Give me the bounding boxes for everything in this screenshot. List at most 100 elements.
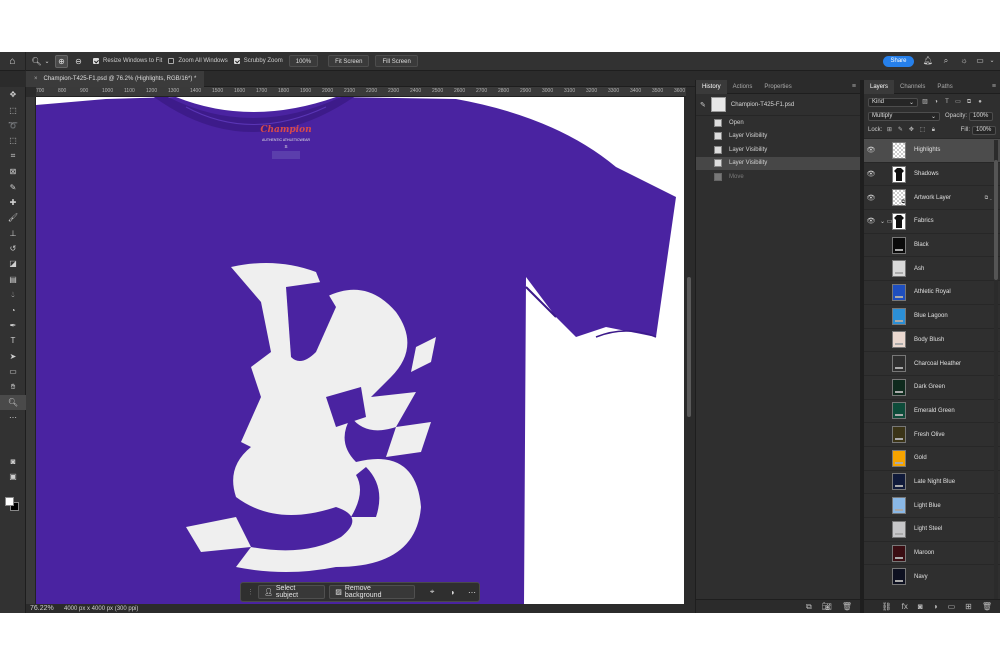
filter-type-icon[interactable]: T (943, 98, 951, 106)
zoom-value-field[interactable]: 100% (288, 55, 319, 67)
visibility-eye-icon[interactable]: 👁︎ (864, 573, 878, 581)
layer-row[interactable]: 👁︎ Gold (864, 445, 1000, 470)
transform-icon[interactable]: ⌖ (425, 585, 439, 599)
layer-effects-icon[interactable]: ⧉ ⌄ (985, 195, 992, 201)
layers-scrollbar[interactable] (994, 140, 998, 610)
history-snapshot[interactable]: ✎ Champion-T425-F1.psd (696, 94, 860, 116)
layer-row[interactable]: 👁︎ ⌄ ▭ Fabrics (864, 209, 1000, 233)
screen-mode-icon[interactable]: ▣ (0, 469, 26, 484)
zoom-all-checkbox[interactable]: Zoom All Windows (168, 58, 228, 64)
history-brush-icon[interactable]: ↺ (0, 241, 26, 256)
clone-stamp-icon[interactable]: ⊥ (0, 226, 26, 241)
workspace-icon[interactable]: ▭ (974, 55, 986, 67)
hand-tool-icon[interactable]: ✋︎ (0, 379, 26, 394)
filter-toggle-icon[interactable]: ● (976, 98, 984, 106)
scrubby-zoom-checkbox[interactable]: Scrubby Zoom (233, 58, 283, 64)
fx-icon[interactable]: fx (902, 602, 908, 611)
foreground-color-swatch[interactable] (5, 497, 14, 506)
visibility-eye-icon[interactable]: 👁︎ (864, 170, 878, 178)
layer-row[interactable]: 👁︎ Black (864, 232, 1000, 257)
history-item[interactable]: Layer Visibility (696, 143, 860, 157)
lock-position-icon[interactable]: ✥ (907, 126, 915, 134)
vertical-scrollbar[interactable] (684, 97, 694, 605)
panel-menu-icon[interactable]: ≡ (852, 83, 856, 90)
more-tools-icon[interactable]: ⋯ (0, 410, 26, 425)
visibility-eye-icon[interactable]: 👁︎ (864, 502, 878, 510)
home-icon[interactable]: ⌂ (0, 51, 26, 71)
history-item[interactable]: Layer Visibility (696, 130, 860, 144)
history-brush-source-icon[interactable]: ✎ (700, 101, 706, 109)
visibility-eye-icon[interactable]: 👁︎ (864, 288, 878, 296)
visibility-eye-icon[interactable]: 👁︎ (864, 194, 878, 202)
select-subject-button[interactable]: 👤︎ Select subject (258, 585, 326, 599)
new-layer-icon[interactable]: ⊞ (965, 602, 972, 611)
opacity-field[interactable]: 100% (969, 111, 994, 121)
document-info[interactable]: 4000 px x 4000 px (300 ppi) (64, 606, 138, 612)
zoom-in-icon[interactable]: ⊕ (55, 54, 68, 68)
new-group-icon[interactable]: ▭ (948, 602, 956, 611)
lasso-tool-icon[interactable]: ➰ (0, 118, 26, 133)
trash-icon[interactable]: 🗑︎ (982, 602, 992, 611)
layer-row[interactable]: 👁︎ Athletic Royal (864, 280, 1000, 304)
filter-shape-icon[interactable]: ▭ (954, 98, 962, 106)
trash-icon[interactable]: 🗑︎ (842, 602, 852, 611)
layer-row[interactable]: 👁︎ Maroon (864, 540, 1000, 565)
healing-brush-icon[interactable]: ✚ (0, 195, 26, 210)
visibility-eye-icon[interactable]: 👁︎ (864, 265, 878, 273)
crop-tool-icon[interactable]: ⌗ (0, 149, 26, 164)
layer-row[interactable]: 👁︎ Ash (864, 256, 1000, 280)
layer-row[interactable]: 👁︎ Highlights (864, 138, 1000, 162)
visibility-eye-icon[interactable]: 👁︎ (864, 431, 878, 439)
share-button[interactable]: Share (883, 56, 914, 67)
chevron-down-icon[interactable]: ⌄ (43, 55, 51, 68)
marquee-tool-icon[interactable]: ⬚ (0, 102, 26, 117)
folder-icon[interactable]: ⌄ ▭ (880, 218, 892, 225)
lock-transparent-icon[interactable]: ⊞ (885, 126, 893, 134)
filter-adjustment-icon[interactable]: ◑ (932, 98, 940, 106)
document-tab[interactable]: × Champion-T425-F1.psd @ 76.2% (Highligh… (26, 71, 205, 87)
panel-menu-icon[interactable]: ≡ (992, 83, 996, 90)
tab-properties[interactable]: Properties (758, 80, 797, 94)
visibility-eye-icon[interactable]: 👁︎ (864, 336, 878, 344)
blur-tool-icon[interactable]: 💧︎ (0, 287, 26, 302)
more-icon[interactable]: ⋯ (465, 585, 479, 599)
layer-row[interactable]: 👁︎ Blue Lagoon (864, 303, 1000, 328)
layer-row[interactable]: 👁︎ ⧉ Artwork Layer ⧉ ⌄ (864, 185, 1000, 209)
visibility-eye-icon[interactable]: 👁︎ (864, 217, 878, 225)
visibility-eye-icon[interactable]: 👁︎ (864, 312, 878, 320)
tab-history[interactable]: History (696, 79, 727, 94)
visibility-eye-icon[interactable]: 👁︎ (864, 360, 878, 368)
zoom-out-icon[interactable]: ⊖ (72, 55, 85, 68)
light-icon[interactable]: ☼ (958, 55, 970, 67)
quick-mask-icon[interactable]: ◙ (0, 454, 26, 469)
remove-background-button[interactable]: ▨ Remove background (329, 585, 416, 599)
visibility-eye-icon[interactable]: 👁︎ (864, 478, 878, 486)
frame-tool-icon[interactable]: ⊠ (0, 164, 26, 179)
history-item[interactable]: Open (696, 116, 860, 130)
fit-screen-button[interactable]: Fit Screen (328, 55, 370, 67)
scroll-thumb[interactable] (687, 277, 691, 417)
zoom-tool-icon[interactable]: 🔍︎ (30, 55, 43, 68)
kind-filter-select[interactable]: Kind ⌄ (868, 97, 918, 107)
tab-layers[interactable]: Layers (864, 79, 895, 94)
visibility-eye-icon[interactable]: 👁︎ (864, 549, 878, 557)
bell-icon[interactable]: 🔔︎ (922, 55, 934, 67)
tab-channels[interactable]: Channels (894, 80, 931, 94)
eraser-tool-icon[interactable]: ◪ (0, 256, 26, 271)
brush-tool-icon[interactable]: 🖌︎ (0, 210, 26, 225)
shape-tool-icon[interactable]: ▭ (0, 364, 26, 379)
filter-pixel-icon[interactable]: ▨ (921, 98, 929, 106)
lock-all-icon[interactable]: 🔒︎ (929, 126, 937, 134)
zoom-tool-icon[interactable]: 🔍︎ (0, 394, 26, 411)
object-select-icon[interactable]: ⬚ (0, 133, 26, 148)
resize-windows-checkbox[interactable]: Resize Windows to Fit (93, 58, 162, 64)
drag-handle-icon[interactable]: ⋮ (247, 588, 254, 596)
tab-paths[interactable]: Paths (931, 80, 958, 94)
fill-field[interactable]: 100% (972, 125, 996, 135)
lock-artboard-icon[interactable]: ⬚ (918, 126, 926, 134)
gradient-tool-icon[interactable]: ▤ (0, 272, 26, 287)
search-icon[interactable]: ⌕ (940, 55, 952, 67)
link-layers-icon[interactable]: ⛓︎ (882, 602, 892, 611)
visibility-eye-icon[interactable]: 👁︎ (864, 146, 878, 154)
fill-screen-button[interactable]: Fill Screen (375, 55, 418, 67)
